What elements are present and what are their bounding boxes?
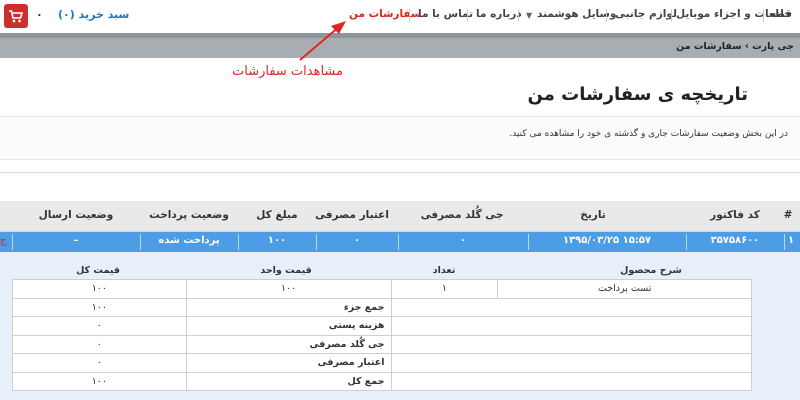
table-row: ۰ اعتبار مصرفی	[12, 353, 752, 373]
table-row: ۰ هزینه پستی	[12, 316, 752, 336]
order-row[interactable]: ج ۱ ۳۵۷۵۸۶۰۰ ۱۵:۵۷ ۱۳۹۵/۰۳/۲۵ ۰ ۰ ۱۰۰ پر…	[0, 232, 800, 252]
info-box: در این بخش وضعیت سفارشات جاری و گذشته ی …	[0, 116, 800, 160]
summary-label: جمع کل	[185, 371, 392, 391]
summary-value: ۰	[12, 353, 187, 373]
product-quantity: ۱	[390, 279, 499, 299]
table-row: ۱۰۰ جمع کل	[12, 371, 752, 391]
product-total: ۱۰۰	[12, 279, 187, 299]
summary-label: اعتبار مصرفی	[185, 353, 392, 373]
annotation-text: مشاهدات سفارشات	[232, 64, 343, 79]
row-gold: ۰	[459, 235, 467, 246]
row-index: ۱	[787, 235, 795, 246]
orders-table-header: # کد فاکتور تاریخ جی گُلد مصرفی اعتبار م…	[0, 201, 800, 232]
summary-value: ۰	[12, 316, 187, 336]
table-row: ۱۰۰ ۱۰۰ ۱ تست پرداخت	[12, 279, 752, 299]
col-gold: جی گُلد مصرفی	[420, 209, 504, 221]
table-row: ۰ جی گُلد مصرفی	[12, 334, 752, 354]
col-date: تاریخ	[580, 209, 606, 221]
col-shipping-status: وضعیت ارسال	[38, 209, 114, 221]
row-payment-status: پرداخت شده	[158, 235, 220, 246]
summary-label: جی گُلد مصرفی	[185, 334, 392, 354]
summary-label: جمع جزء	[185, 297, 392, 317]
detail-col-quantity: تعداد	[432, 265, 456, 276]
row-shipping-status: –	[73, 235, 79, 246]
summary-value: ۱۰۰	[12, 371, 187, 391]
detail-col-description: شرح محصول	[620, 265, 682, 276]
product-unit-price: ۱۰۰	[185, 279, 392, 299]
summary-value: ۰	[12, 334, 187, 354]
row-total: ۱۰۰	[267, 235, 287, 246]
row-edge-label: ج	[0, 235, 7, 246]
summary-value: ۱۰۰	[12, 297, 187, 317]
summary-label: هزینه پستی	[185, 316, 392, 336]
row-credit: ۰	[353, 235, 361, 246]
order-detail-table: ۱۰۰ ۱۰۰ ۱ تست پرداخت ۱۰۰ جمع جزء ۰ هزینه…	[12, 279, 752, 391]
col-invoice: کد فاکتور	[710, 209, 760, 221]
info-text: در این بخش وضعیت سفارشات جاری و گذشته ی …	[509, 129, 788, 139]
col-total: مبلغ کل	[256, 209, 298, 221]
product-name: تست پرداخت	[497, 279, 752, 299]
col-credit: اعتبار مصرفی	[315, 209, 389, 221]
col-index: #	[783, 209, 793, 221]
col-payment-status: وضعیت پرداخت	[149, 209, 229, 221]
row-date: ۱۵:۵۷ ۱۳۹۵/۰۳/۲۵	[562, 235, 652, 246]
detail-col-total-price: قیمت کل	[76, 265, 120, 276]
page-title: تاریخچه ی سفارشات من	[527, 84, 748, 105]
table-row: ۱۰۰ جمع جزء	[12, 297, 752, 317]
row-invoice[interactable]: ۳۵۷۵۸۶۰۰	[711, 235, 760, 246]
detail-col-unit-price: قیمت واحد	[260, 265, 312, 276]
